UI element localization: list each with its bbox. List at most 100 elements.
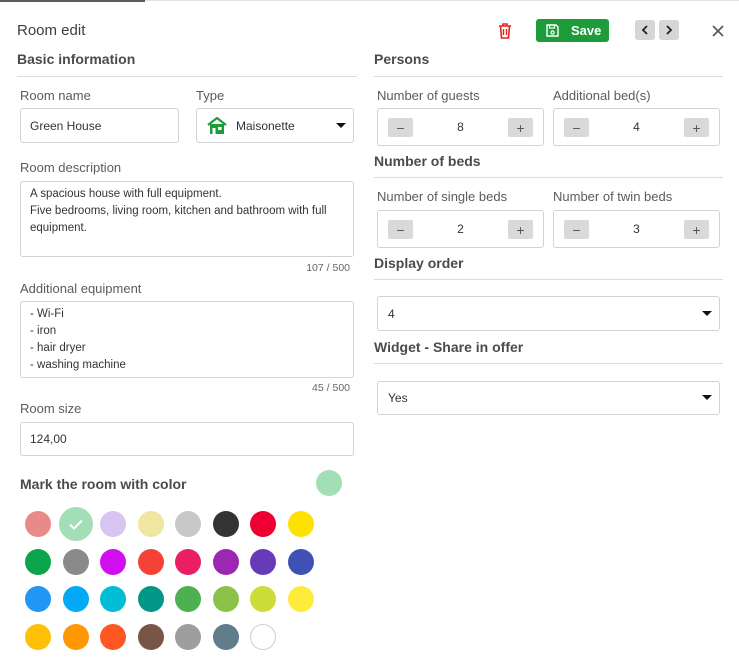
color-swatch[interactable] [62,624,89,651]
color-swatch[interactable] [175,586,201,613]
minus-icon: − [396,221,405,238]
color-swatch[interactable] [25,548,51,575]
additional-beds-increment[interactable]: + [684,118,709,137]
guests-increment[interactable]: + [508,118,533,137]
close-icon [712,25,724,37]
color-swatch[interactable] [287,548,314,575]
save-button[interactable]: Save [536,19,609,42]
twin-beds-increment[interactable]: + [684,220,709,239]
check-icon [68,519,83,530]
color-swatch[interactable] [62,548,89,575]
color-swatch[interactable] [25,586,51,613]
additional-beds-stepper: − 4 + [553,108,720,146]
display-order-select[interactable]: 4 [377,296,720,331]
room-size-label: Room size [20,401,82,416]
color-swatch[interactable] [100,624,126,651]
minus-icon: − [572,221,581,238]
room-size-input[interactable]: 124,00 [20,422,354,456]
color-swatch-selected[interactable] [58,507,93,541]
color-swatch[interactable] [175,511,201,537]
color-swatch[interactable] [212,624,239,651]
color-swatch[interactable] [100,586,126,613]
top-accent [0,0,145,2]
widget-title: Widget - Share in offer [374,339,524,355]
guests-decrement[interactable]: − [388,118,413,137]
header: Room edit Save [0,14,739,46]
color-label: Mark the room with color [20,476,187,492]
guests-stepper: − 8 + [377,108,544,146]
color-swatch[interactable] [62,586,89,613]
selected-color-preview [316,470,342,496]
color-swatch[interactable] [137,586,164,613]
room-name-input[interactable]: Green House [20,108,179,143]
room-name-label: Room name [20,88,91,103]
color-swatch[interactable] [287,586,314,613]
single-beds-increment[interactable]: + [508,220,533,239]
divider [374,363,723,364]
chevron-down-icon [336,122,346,128]
twin-beds-value[interactable]: 3 [594,222,679,236]
page-title: Room edit [17,22,86,39]
color-swatch[interactable] [175,624,201,651]
delete-button[interactable] [497,22,513,40]
twin-beds-decrement[interactable]: − [564,220,589,239]
plus-icon: + [692,221,701,238]
guests-value[interactable]: 8 [418,120,503,134]
display-order-title: Display order [374,255,464,271]
plus-icon: + [516,221,525,238]
floppy-icon [546,24,559,37]
chevron-down-icon [702,395,712,400]
single-beds-decrement[interactable]: − [388,220,413,239]
description-label: Room description [20,160,122,175]
equipment-counter: 45 / 500 [312,382,350,394]
single-beds-label: Number of single beds [377,189,508,204]
basic-info-title: Basic information [17,51,136,67]
color-swatch[interactable] [25,624,51,651]
twin-beds-stepper: − 3 + [553,210,720,248]
divider [17,76,357,77]
minus-icon: − [396,119,405,136]
single-beds-value[interactable]: 2 [418,222,503,236]
trash-icon [499,23,511,39]
color-swatch[interactable] [250,548,276,575]
additional-beds-label: Additional bed(s) [553,88,651,103]
additional-beds-value[interactable]: 4 [594,120,679,134]
color-swatch[interactable] [287,511,314,537]
equipment-textarea[interactable]: - Wi-Fi - iron - hair dryer - washing ma… [20,301,354,378]
beds-title: Number of beds [374,153,481,169]
chevron-down-icon [702,310,712,316]
widget-share-select[interactable]: Yes [377,381,720,415]
persons-title: Persons [374,51,430,67]
close-button[interactable] [710,23,726,39]
color-swatch[interactable] [250,511,276,537]
twin-beds-label: Number of twin beds [553,189,673,204]
save-label: Save [571,23,602,38]
color-swatch[interactable] [100,548,126,575]
color-swatch[interactable] [212,586,239,613]
color-swatch[interactable] [137,511,164,537]
next-button[interactable] [659,20,679,40]
additional-beds-decrement[interactable]: − [564,118,589,137]
type-value: Maisonette [236,118,295,133]
widget-share-value: Yes [388,391,408,405]
color-swatch[interactable] [100,511,126,537]
prev-button[interactable] [635,20,655,40]
color-swatch[interactable] [212,511,239,537]
color-swatch[interactable] [175,548,201,575]
guests-label: Number of guests [377,88,480,103]
color-swatch[interactable] [212,548,239,575]
divider [374,177,723,178]
description-textarea[interactable]: A spacious house with full equipment. Fi… [20,181,354,257]
description-counter: 107 / 500 [306,262,350,274]
type-select[interactable]: Maisonette [196,108,354,143]
color-swatch[interactable] [137,548,164,575]
color-swatch[interactable] [137,624,164,651]
color-swatch[interactable] [250,586,276,613]
divider [374,279,723,280]
chevron-right-icon [666,25,673,35]
divider [374,76,723,77]
color-swatch[interactable] [25,511,51,537]
color-swatch[interactable] [250,624,276,651]
plus-icon: + [516,119,525,136]
display-order-value: 4 [388,306,395,321]
